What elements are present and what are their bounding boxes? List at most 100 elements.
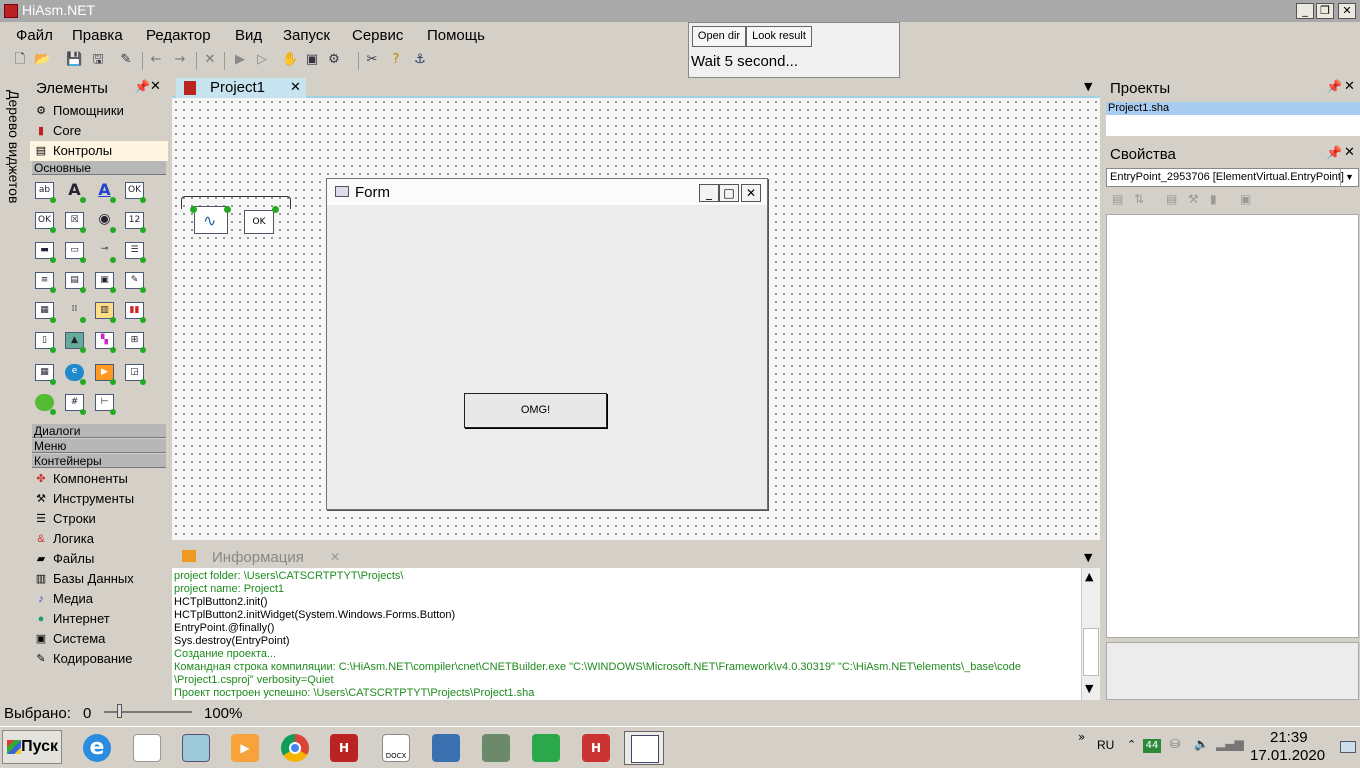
form-close-button[interactable]: ✕ — [741, 184, 761, 202]
treeview-icon[interactable]: ⊢ — [94, 393, 116, 415]
save-all-icon[interactable]: 🖫 — [90, 52, 106, 68]
undo-icon[interactable]: ← — [148, 52, 164, 68]
tab-project1[interactable]: Project1 ✕ — [176, 78, 306, 98]
image-list-icon[interactable]: ▥ — [94, 301, 116, 323]
delete-icon[interactable]: ✕ — [202, 52, 218, 68]
section-dialogs[interactable]: Диалоги — [32, 424, 166, 438]
section-menu[interactable]: Меню — [32, 439, 166, 453]
chrome-taskbar-icon[interactable] — [275, 731, 315, 765]
link-label-icon[interactable]: A — [94, 181, 116, 203]
start-button[interactable]: Пуск — [2, 730, 62, 764]
menu-help[interactable]: Помощь — [427, 27, 485, 44]
categorized-icon[interactable]: ▤ — [1112, 192, 1123, 206]
chevron-down-icon[interactable]: ▼ — [1340, 169, 1358, 186]
label-component-icon[interactable]: A — [64, 181, 86, 203]
tools-icon[interactable]: ✂ — [364, 52, 380, 68]
group-media[interactable]: ♪ Медиа — [30, 589, 168, 609]
docx-file-taskbar-icon[interactable]: DOCX — [376, 731, 416, 765]
close-button[interactable]: ✕ — [1338, 3, 1356, 19]
anchor-icon[interactable]: ⚓ — [412, 52, 428, 68]
ok-button-icon[interactable]: OK — [34, 211, 56, 233]
hiasm-taskbar-icon[interactable]: H — [324, 731, 364, 765]
info-dropdown-icon[interactable]: ▼ — [1084, 551, 1092, 564]
close-panel-icon[interactable]: ✕ — [1344, 79, 1355, 94]
trackbar-icon[interactable]: ⊸ — [94, 241, 116, 263]
section-containers[interactable]: Контейнеры — [32, 454, 166, 468]
media-player-icon[interactable]: ▶ — [94, 363, 116, 385]
close-panel-icon[interactable]: ✕ — [150, 79, 161, 94]
hash-edit-icon[interactable]: # — [64, 393, 86, 415]
tabs-icon[interactable]: ⊞ — [124, 331, 146, 353]
combobox-icon[interactable]: ▣ — [94, 271, 116, 293]
save-icon[interactable]: 💾 — [66, 52, 82, 68]
tab-information[interactable]: Информация — [212, 549, 304, 566]
image-icon[interactable]: ▲ — [64, 331, 86, 353]
group-core[interactable]: ▮ Core — [30, 121, 168, 141]
entrypoint-element-icon[interactable]: ∿ — [194, 206, 228, 234]
form-app-taskbar-icon[interactable] — [624, 731, 664, 765]
open-folder-icon[interactable]: 📂 — [34, 52, 50, 68]
volume-icon[interactable]: 🔈 — [1194, 737, 1209, 751]
edit-icon[interactable]: ✎ — [118, 52, 134, 68]
omg-button[interactable]: OMG! — [464, 393, 607, 428]
language-indicator[interactable]: RU — [1097, 738, 1114, 752]
chevron-up-icon[interactable]: ⌃ — [1127, 738, 1136, 751]
browser-icon[interactable]: e — [64, 363, 86, 385]
group-strings[interactable]: ☰ Строки — [30, 509, 168, 529]
group-encoding[interactable]: ✎ Кодирование — [30, 649, 168, 669]
zoom-slider-thumb[interactable] — [117, 704, 122, 718]
color-palette-icon[interactable]: ▚ — [94, 331, 116, 353]
tab-close-icon[interactable]: ✕ — [290, 79, 301, 95]
sort-icon[interactable]: ⇅ — [1134, 192, 1144, 206]
hiasm-net-taskbar-icon[interactable]: H — [576, 731, 616, 765]
menu-file[interactable]: Файл — [16, 27, 53, 44]
stop-icon[interactable]: ✋ — [282, 52, 298, 68]
dots-icon[interactable]: ⁞⁞ — [64, 301, 86, 323]
section-basic[interactable]: Основные — [32, 161, 166, 175]
clock-time[interactable]: 21:39 — [1270, 729, 1308, 746]
group-internet[interactable]: ● Интернет — [30, 609, 168, 629]
button-component-icon[interactable]: OK — [124, 181, 146, 203]
form-maximize-button[interactable]: □ — [719, 184, 739, 202]
info-tab-close-icon[interactable]: ✕ — [330, 550, 340, 564]
listbox-icon[interactable]: ▤ — [64, 271, 86, 293]
memo-icon[interactable]: ≡ — [34, 271, 56, 293]
form-view-icon[interactable]: ▣ — [1240, 192, 1251, 206]
close-panel-icon[interactable]: ✕ — [1344, 145, 1355, 160]
radio-button-icon[interactable]: ◉ — [94, 211, 116, 233]
form-minimize-button[interactable]: _ — [699, 184, 719, 202]
element-selector[interactable]: EntryPoint_2953706 [ElementVirtual.Entry… — [1106, 168, 1359, 187]
run-options-icon[interactable]: ▷ — [254, 52, 270, 68]
notepad-taskbar-icon[interactable] — [127, 731, 167, 765]
document-icon[interactable]: ▯ — [34, 331, 56, 353]
new-file-icon[interactable]: 🗋 — [12, 52, 28, 68]
group-databases[interactable]: ▥ Базы Данных — [30, 569, 168, 589]
richedit-icon[interactable]: ✎ — [124, 271, 146, 293]
hammer-icon[interactable]: ⚒ — [1188, 192, 1199, 206]
restore-button[interactable]: ❐ — [1316, 3, 1334, 19]
project-item[interactable]: Project1.sha — [1106, 102, 1360, 115]
group-components[interactable]: ✤ Компоненты — [30, 469, 168, 489]
media-player-taskbar-icon[interactable]: ▶ — [225, 731, 265, 765]
numeric-updown-icon[interactable]: 12 — [124, 211, 146, 233]
events-icon[interactable]: ▮ — [1210, 192, 1217, 206]
properties-icon[interactable]: ▤ — [1166, 192, 1177, 206]
memory-taskbar-icon[interactable] — [526, 731, 566, 765]
group-system[interactable]: ▣ Система — [30, 629, 168, 649]
help-icon[interactable]: ? — [388, 52, 404, 68]
pin-icon[interactable]: 📌 — [134, 80, 150, 95]
scroll-thumb[interactable] — [1083, 628, 1099, 676]
usb-icon[interactable]: ⛁ — [1170, 737, 1180, 751]
progress-bar-icon[interactable]: ▬ — [34, 241, 56, 263]
status-bar-icon[interactable]: ▭ — [64, 241, 86, 263]
shape-icon[interactable] — [34, 393, 56, 415]
checkbox-icon[interactable]: ☒ — [64, 211, 86, 233]
chart-icon[interactable]: ▮▮ — [124, 301, 146, 323]
log-scrollbar[interactable]: ▲ ▼ — [1081, 568, 1100, 700]
show-hidden-icons[interactable]: » — [1078, 730, 1085, 744]
pin-icon[interactable]: 📌 — [1326, 80, 1342, 95]
network-icon[interactable]: ▂▄▆ — [1216, 737, 1244, 751]
clock-date[interactable]: 17.01.2020 — [1250, 747, 1325, 764]
redo-icon[interactable]: → — [172, 52, 188, 68]
open-dir-button[interactable]: Open dir — [692, 26, 746, 47]
